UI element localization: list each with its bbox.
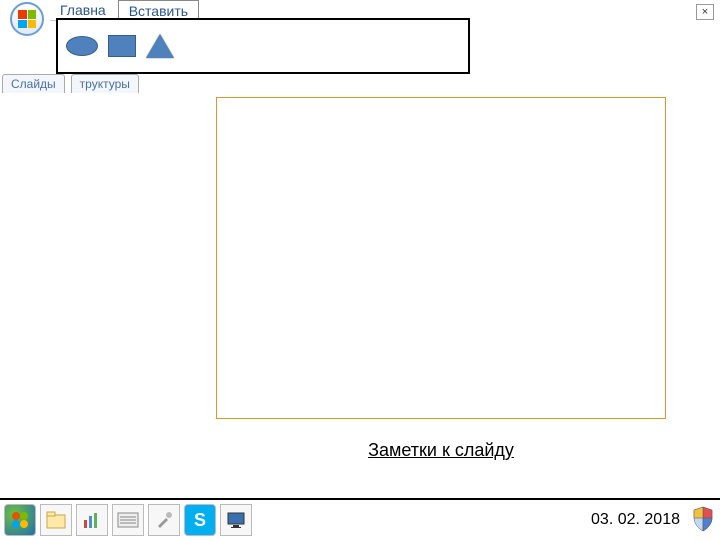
tools-icon[interactable] — [148, 504, 180, 536]
explorer-icon[interactable] — [40, 504, 72, 536]
tab-slides[interactable]: Слайды — [2, 74, 65, 93]
triangle-shape-icon[interactable] — [146, 34, 174, 58]
skype-icon[interactable]: S — [184, 504, 216, 536]
slide-canvas[interactable] — [216, 97, 666, 419]
oval-shape-icon[interactable] — [66, 36, 98, 56]
close-button[interactable]: × — [696, 4, 714, 20]
notes-placeholder[interactable]: Заметки к слайду — [216, 440, 666, 461]
shield-tray-icon[interactable] — [692, 506, 714, 532]
side-panel-tabs: Слайды труктуры — [2, 74, 139, 93]
chart-icon[interactable] — [76, 504, 108, 536]
shapes-gallery — [56, 18, 470, 74]
office-button[interactable] — [10, 2, 44, 36]
rectangle-shape-icon[interactable] — [108, 35, 136, 57]
taskbar: S 03. 02. 2018 — [0, 498, 720, 540]
start-button-icon[interactable] — [4, 504, 36, 536]
monitor-icon[interactable] — [220, 504, 252, 536]
office-logo-icon — [18, 10, 36, 28]
keyboard-icon[interactable] — [112, 504, 144, 536]
tab-outline[interactable]: труктуры — [71, 74, 139, 93]
